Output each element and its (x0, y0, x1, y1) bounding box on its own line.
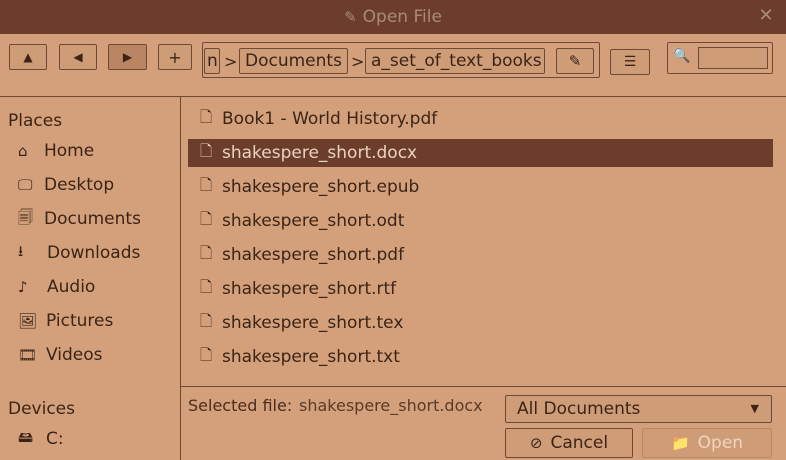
selected-file-input[interactable]: shakespere_short.docx (299, 396, 497, 415)
toolbar: ▲ ◀ ▶ + n > Documents > a_set_of_text_bo… (0, 34, 786, 96)
cancel-button[interactable]: ⊘ Cancel (505, 428, 633, 458)
file-icon: 🗋 (200, 345, 213, 364)
file-icon: 🗋 (200, 311, 213, 330)
open-button[interactable]: 📁 Open (642, 428, 772, 458)
sidebar-item-label: Videos (46, 345, 103, 365)
sidebar-item-audio[interactable]: ♪ Audio (18, 273, 95, 301)
file-type-value: All Documents (517, 399, 641, 419)
file-icon: 🗋 (200, 277, 213, 296)
forward-button[interactable]: ▶ (108, 44, 147, 70)
file-row[interactable]: 🗋 shakespere_short.txt (188, 343, 773, 371)
download-icon: ⭳ (18, 241, 24, 260)
breadcrumb-current-folder[interactable]: a_set_of_text_books (365, 48, 545, 74)
file-row[interactable]: 🗋 shakespere_short.odt (188, 207, 773, 235)
footer: Selected file: shakespere_short.docx All… (181, 387, 786, 460)
arrow-right-icon: ▶ (122, 50, 133, 64)
pencil-icon: ✎ (568, 52, 582, 70)
file-row[interactable]: 🗋 shakespere_short.tex (188, 309, 773, 337)
file-icon: 🗋 (200, 209, 213, 228)
film-icon: 🎞 (18, 346, 38, 364)
breadcrumb-documents[interactable]: Documents (239, 48, 348, 74)
desktop-icon: 🖵 (18, 176, 33, 194)
sidebar-item-drive-c[interactable]: 🖴 C: (18, 425, 64, 453)
file-row-selected[interactable]: 🗋 shakespere_short.docx (188, 139, 773, 167)
sidebar-item-label: Audio (47, 277, 96, 297)
selected-file-value: shakespere_short.docx (299, 396, 483, 415)
sidebar-item-label: C: (46, 429, 64, 449)
sidebar-item-pictures[interactable]: 🖼 Pictures (18, 307, 113, 335)
sidebar-item-home[interactable]: ⌂ Home (18, 137, 94, 165)
edit-path-button[interactable]: ✎ (556, 48, 594, 74)
arrow-up-icon: ▲ (23, 50, 33, 64)
music-note-icon: ♪ (18, 278, 28, 296)
chevron-down-icon: ▼ (750, 402, 759, 415)
menu-icon: ☰ (623, 54, 637, 70)
sidebar-item-desktop[interactable]: 🖵 Desktop (18, 171, 114, 199)
new-folder-button[interactable]: + (158, 44, 192, 70)
search-icon: 🔍 (673, 48, 691, 64)
cancel-label: Cancel (550, 433, 609, 453)
file-name: shakespere_short.txt (222, 347, 400, 367)
places-header: Places (8, 111, 63, 131)
file-name: Book1 - World History.pdf (222, 109, 438, 129)
file-name: shakespere_short.rtf (222, 279, 397, 299)
file-icon: 🗋 (200, 141, 213, 160)
documents-icon: 🗐 (18, 207, 33, 226)
sidebar-item-videos[interactable]: 🎞 Videos (18, 341, 103, 369)
up-button[interactable]: ▲ (9, 44, 47, 70)
title-bar: ✎ Open File ✕ (0, 0, 786, 34)
folder-icon: 📁 (670, 434, 690, 452)
close-icon[interactable]: ✕ (756, 6, 776, 26)
plus-icon: + (168, 47, 182, 67)
file-icon: 🗋 (200, 175, 213, 194)
sidebar-item-label: Desktop (44, 175, 115, 195)
file-name: shakespere_short.odt (222, 211, 405, 231)
devices-header: Devices (8, 399, 75, 419)
file-row[interactable]: 🗋 Book1 - World History.pdf (188, 105, 773, 133)
drive-icon: 🖴 (18, 427, 34, 446)
open-label: Open (697, 433, 744, 453)
app-icon: ✎ (344, 8, 357, 26)
sidebar-item-label: Pictures (46, 311, 114, 331)
breadcrumb-separator: > (351, 52, 365, 71)
breadcrumb-home[interactable]: n (204, 48, 220, 74)
search-box: 🔍 (667, 42, 773, 74)
window-title: Open File (362, 7, 442, 27)
file-row[interactable]: 🗋 shakespere_short.pdf (188, 241, 773, 269)
file-icon: 🗋 (200, 107, 213, 126)
picture-icon: 🖼 (18, 312, 38, 330)
file-list: 🗋 Book1 - World History.pdf 🗋 shakespere… (181, 97, 786, 386)
file-icon: 🗋 (200, 243, 213, 262)
sidebar-item-label: Home (44, 141, 95, 161)
file-name: shakespere_short.tex (222, 313, 404, 333)
file-name: shakespere_short.docx (222, 143, 418, 163)
back-button[interactable]: ◀ (59, 44, 97, 70)
sidebar-item-label: Downloads (47, 243, 141, 263)
file-name: shakespere_short.epub (222, 177, 420, 197)
file-row[interactable]: 🗋 shakespere_short.epub (188, 173, 773, 201)
sidebar-item-documents[interactable]: 🗐 Documents (18, 205, 141, 233)
breadcrumb: n > Documents > a_set_of_text_books ✎ (202, 42, 600, 78)
sidebar: Places ⌂ Home 🖵 Desktop 🗐 Documents ⭳ Do… (0, 97, 180, 460)
search-input[interactable] (698, 47, 768, 69)
view-menu-button[interactable]: ☰ (610, 49, 650, 75)
file-type-dropdown[interactable]: All Documents ▼ (505, 395, 772, 423)
home-icon: ⌂ (18, 142, 28, 160)
file-name: shakespere_short.pdf (222, 245, 405, 265)
selected-file-label: Selected file: (188, 396, 293, 415)
sidebar-item-label: Documents (44, 209, 141, 229)
file-row[interactable]: 🗋 shakespere_short.rtf (188, 275, 773, 303)
breadcrumb-separator: > (224, 52, 238, 71)
arrow-left-icon: ◀ (73, 50, 83, 64)
cancel-icon: ⊘ (529, 434, 543, 452)
sidebar-item-downloads[interactable]: ⭳ Downloads (18, 239, 140, 267)
